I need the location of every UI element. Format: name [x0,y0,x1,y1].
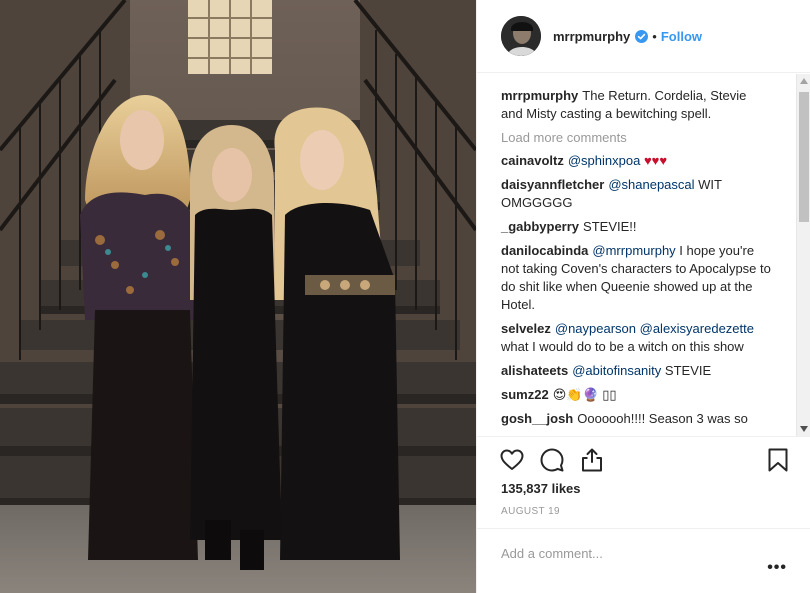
comment-username[interactable]: gosh__josh [501,411,573,426]
avatar[interactable] [501,16,541,56]
post-photo[interactable] [0,0,476,593]
comment-text: STEVIE [664,363,712,378]
scrollbar-thumb[interactable] [799,92,809,222]
comment-username[interactable]: danilocabinda [501,243,588,258]
comment-item: danilocabinda @mrrpmurphy I hope you're n… [501,242,771,314]
comment-mention[interactable]: @shanepascal [608,177,694,192]
add-comment-section: ••• [477,528,810,593]
comment-username[interactable]: sumz22 [501,387,549,402]
comment-icon[interactable] [539,447,565,473]
load-more-comments-button[interactable]: Load more comments [501,130,797,145]
bookmark-icon[interactable] [765,447,791,473]
post-date[interactable]: AUGUST 19 [501,506,560,517]
hearts-emoji: ♥♥♥ [643,153,668,168]
comment-text: STEVIE!! [583,219,637,234]
comment-username[interactable]: selvelez [501,321,551,336]
scroll-up-arrow-icon[interactable] [797,74,810,88]
comment-username[interactable]: alishateets [501,363,568,378]
comment-mention[interactable]: @naypearson @alexisyaredezette [555,321,754,336]
comment-item: cainavoltz @sphinxpoa ♥♥♥ [501,152,771,170]
comment-item: gosh__josh Ooooooh!!!! Season 3 was so [501,410,771,428]
comments-list[interactable]: mrrpmurphy The Return. Cordelia, Stevie a… [477,74,797,434]
comment-item: selvelez @naypearson @alexisyaredezette w… [501,320,771,356]
comment-text: Ooooooh!!!! Season 3 was so [577,411,748,426]
heart-icon[interactable] [499,447,525,473]
comment-mention[interactable]: @mrrpmurphy [592,243,675,258]
comment-mention[interactable]: @abitofinsanity [572,363,661,378]
share-icon[interactable] [579,447,605,473]
instagram-post-modal: mrrpmurphy • Follow mrrpmurphy The Return… [0,0,810,593]
comment-item: sumz22 😍👏🔮 ▯▯ [501,386,771,404]
scroll-down-arrow-icon[interactable] [797,422,810,436]
separator-dot: • [652,28,657,44]
follow-button[interactable]: Follow [661,29,702,44]
verified-badge-icon [635,29,649,43]
comment-item: daisyannfletcher @shanepascal WIT OMGGGGG [501,176,771,212]
post-caption: mrrpmurphy The Return. Cordelia, Stevie a… [501,87,771,123]
post-photo-image [0,0,476,593]
add-comment-input[interactable] [501,543,731,563]
caption-username[interactable]: mrrpmurphy [501,88,578,103]
more-options-icon[interactable]: ••• [767,559,787,577]
comment-username[interactable]: _gabbyperry [501,219,579,234]
likes-count[interactable]: 135,837 likes [501,481,581,496]
comment-username[interactable]: cainavoltz [501,153,564,168]
post-header: mrrpmurphy • Follow [477,0,810,73]
comment-text: 😍👏🔮 ▯▯ [552,387,617,402]
comment-item: alishateets @abitofinsanity STEVIE [501,362,771,380]
comment-text: what I would do to be a witch on this sh… [501,339,744,354]
comment-item: _gabbyperry STEVIE!! [501,218,771,236]
post-username[interactable]: mrrpmurphy [553,29,630,44]
post-sidebar: mrrpmurphy • Follow mrrpmurphy The Return… [476,0,810,593]
comment-username[interactable]: daisyannfletcher [501,177,604,192]
comment-mention[interactable]: @sphinxpoa [568,153,640,168]
post-action-bar [477,436,810,480]
comments-scrollbar[interactable] [796,74,810,436]
avatar-image [501,16,541,56]
